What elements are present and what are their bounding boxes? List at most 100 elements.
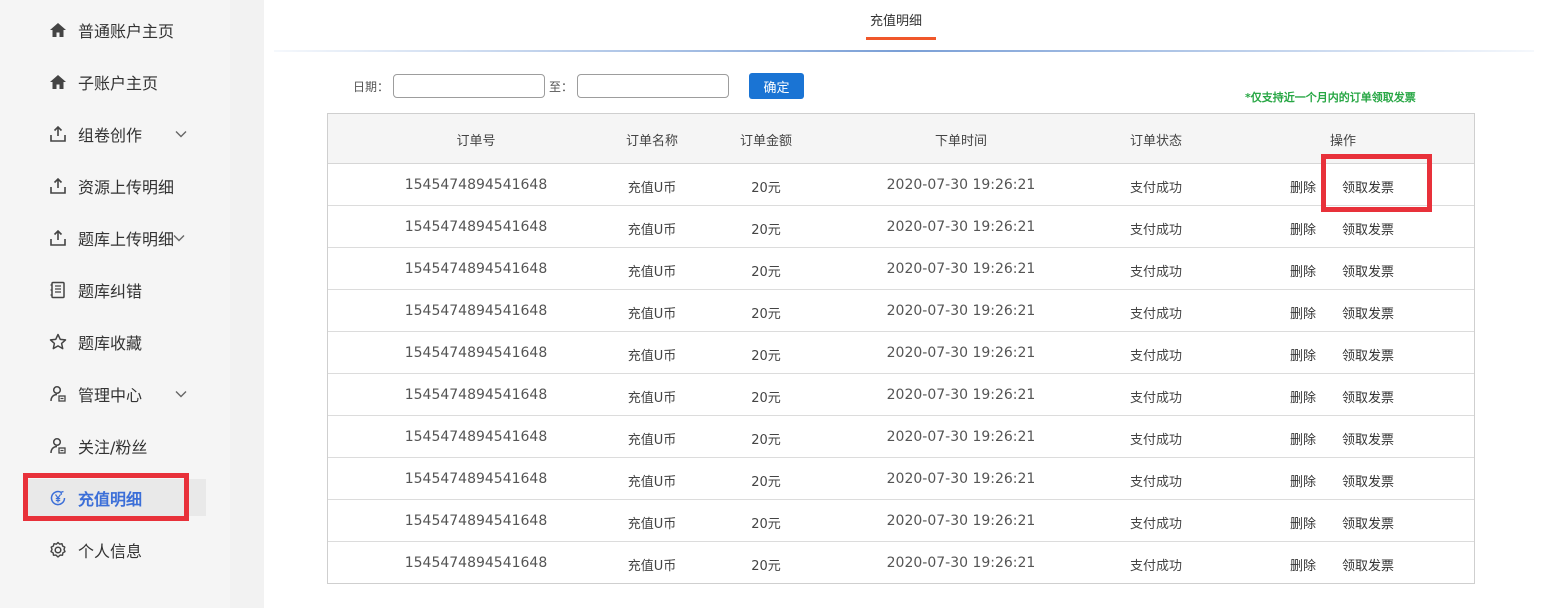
cell-order-amount: 20元: [751, 265, 781, 280]
cell-order-amount: 20元: [751, 559, 781, 574]
get-invoice-link[interactable]: 领取发票: [1342, 429, 1394, 448]
get-invoice-link[interactable]: 领取发票: [1342, 387, 1394, 406]
sidebar-item-label: 题库纠错: [78, 282, 143, 301]
cell-order-name: 充值U币: [627, 307, 677, 322]
cell-order-no: 1545474894541648: [404, 177, 548, 193]
cell-order-time: 2020-07-30 19:26:21: [886, 345, 1036, 361]
tab-active-underline: [866, 37, 936, 40]
cell-order-time: 2020-07-30 19:26:21: [886, 429, 1036, 445]
cell-order-name: 充值U币: [627, 181, 677, 196]
cell-order-name: 充值U币: [627, 391, 677, 406]
table-row: 1545474894541648 充值U币 20元 2020-07-30 19:26:…: [328, 458, 1474, 500]
cell-order-name: 充值U币: [627, 349, 677, 364]
cell-order-status: 支付成功: [1129, 391, 1182, 406]
delete-link[interactable]: 删除: [1290, 555, 1316, 574]
sidebar-item-resource-upload[interactable]: 资源上传明细: [0, 166, 230, 206]
start-date-input[interactable]: [393, 74, 545, 98]
cell-order-amount: 20元: [751, 517, 781, 532]
sidebar-item-recharge-details[interactable]: 充值明细: [0, 478, 230, 518]
table-row: 1545474894541648 充值U币 20元 2020-07-30 19:26:…: [328, 542, 1474, 584]
home-icon: [48, 20, 68, 40]
user-manage-icon: [48, 384, 68, 404]
cell-order-status: 支付成功: [1129, 265, 1182, 280]
to-label: 至：: [549, 79, 574, 94]
invoice-notice: *仅支持近一个月内的订单领取发票: [1245, 91, 1416, 104]
cell-order-amount: 20元: [751, 475, 781, 490]
cell-order-time: 2020-07-30 19:26:21: [886, 555, 1036, 571]
delete-link[interactable]: 删除: [1290, 219, 1316, 238]
get-invoice-link[interactable]: 领取发票: [1342, 471, 1394, 490]
cell-order-status: 支付成功: [1129, 517, 1182, 532]
cell-order-no: 1545474894541648: [404, 345, 548, 361]
get-invoice-link[interactable]: 领取发票: [1342, 261, 1394, 280]
table-header: 订单号 订单名称 订单金额 下单时间 订单状态 操作: [328, 114, 1474, 164]
sidebar-item-label: 子账户主页: [78, 74, 159, 93]
cell-order-name: 充值U币: [627, 559, 677, 574]
table-row: 1545474894541648 充值U币 20元 2020-07-30 19:26:…: [328, 374, 1474, 416]
get-invoice-link[interactable]: 领取发票: [1342, 513, 1394, 532]
cell-order-status: 支付成功: [1129, 475, 1182, 490]
delete-link[interactable]: 删除: [1290, 177, 1316, 196]
delete-link[interactable]: 删除: [1290, 387, 1316, 406]
cell-order-no: 1545474894541648: [404, 555, 548, 571]
get-invoice-link[interactable]: 领取发票: [1342, 345, 1394, 364]
cell-order-amount: 20元: [751, 223, 781, 238]
header-order-name: 订单名称: [625, 134, 678, 149]
sidebar-item-bank-correction[interactable]: 题库纠错: [0, 270, 230, 310]
chevron-down-icon[interactable]: [174, 127, 188, 141]
sidebar-item-label: 题库上传明细: [78, 230, 175, 249]
sidebar-item-bank-favorites[interactable]: 题库收藏: [0, 322, 230, 362]
orders-table: 订单号 订单名称 订单金额 下单时间 订单状态 操作 1545474894541…: [327, 113, 1475, 584]
delete-link[interactable]: 删除: [1290, 513, 1316, 532]
cell-order-amount: 20元: [751, 349, 781, 364]
star-icon: [48, 332, 68, 352]
table-row: 1545474894541648 充值U币 20元 2020-07-30 19:26:…: [328, 164, 1474, 206]
table-row: 1545474894541648 充值U币 20元 2020-07-30 19:26:…: [328, 248, 1474, 290]
cell-order-name: 充值U币: [627, 517, 677, 532]
cell-order-no: 1545474894541648: [404, 471, 548, 487]
table-row: 1545474894541648 充值U币 20元 2020-07-30 19:26:…: [328, 500, 1474, 542]
chevron-down-icon[interactable]: [172, 231, 186, 245]
sidebar-item-bank-upload[interactable]: 题库上传明细: [0, 218, 230, 258]
table-row: 1545474894541648 充值U币 20元 2020-07-30 19:26:…: [328, 206, 1474, 248]
cell-order-time: 2020-07-30 19:26:21: [886, 471, 1036, 487]
cell-order-time: 2020-07-30 19:26:21: [886, 513, 1036, 529]
cell-order-name: 充值U币: [627, 223, 677, 238]
sidebar-item-personal-info[interactable]: 个人信息: [0, 530, 230, 570]
delete-link[interactable]: 删除: [1290, 345, 1316, 364]
notebook-icon: [48, 280, 68, 300]
confirm-button[interactable]: 确定: [749, 73, 804, 99]
cell-order-name: 充值U币: [627, 433, 677, 448]
cell-order-status: 支付成功: [1129, 349, 1182, 364]
sidebar-item-management-center[interactable]: 管理中心: [0, 374, 230, 414]
get-invoice-link[interactable]: 领取发票: [1342, 177, 1394, 196]
header-order-amount: 订单金额: [739, 134, 792, 149]
cell-order-time: 2020-07-30 19:26:21: [886, 261, 1036, 277]
tab-recharge-details[interactable]: 充值明细: [860, 10, 932, 29]
sidebar-item-paper-creation[interactable]: 组卷创作: [0, 114, 230, 154]
delete-link[interactable]: 删除: [1290, 429, 1316, 448]
delete-link[interactable]: 删除: [1290, 303, 1316, 322]
table-row: 1545474894541648 充值U币 20元 2020-07-30 19:26:…: [328, 332, 1474, 374]
sidebar-item-label: 题库收藏: [78, 334, 143, 353]
header-order-time: 下单时间: [934, 134, 987, 149]
home-icon: [48, 72, 68, 92]
sidebar-item-general-home[interactable]: 普通账户主页: [0, 10, 230, 50]
get-invoice-link[interactable]: 领取发票: [1342, 555, 1394, 574]
yen-circle-icon: [48, 488, 68, 508]
cell-order-no: 1545474894541648: [404, 387, 548, 403]
cell-order-amount: 20元: [751, 181, 781, 196]
delete-link[interactable]: 删除: [1290, 261, 1316, 280]
upload-icon: [48, 124, 68, 144]
get-invoice-link[interactable]: 领取发票: [1342, 219, 1394, 238]
table-row: 1545474894541648 充值U币 20元 2020-07-30 19:26:…: [328, 290, 1474, 332]
get-invoice-link[interactable]: 领取发票: [1342, 303, 1394, 322]
sidebar-item-follow-fans[interactable]: 关注/粉丝: [0, 426, 230, 466]
end-date-input[interactable]: [577, 74, 729, 98]
header-order-status: 订单状态: [1129, 134, 1182, 149]
delete-link[interactable]: 删除: [1290, 471, 1316, 490]
sidebar-item-label: 管理中心: [78, 386, 143, 405]
chevron-down-icon[interactable]: [174, 387, 188, 401]
cell-order-name: 充值U币: [627, 265, 677, 280]
sidebar-item-sub-home[interactable]: 子账户主页: [0, 62, 230, 102]
